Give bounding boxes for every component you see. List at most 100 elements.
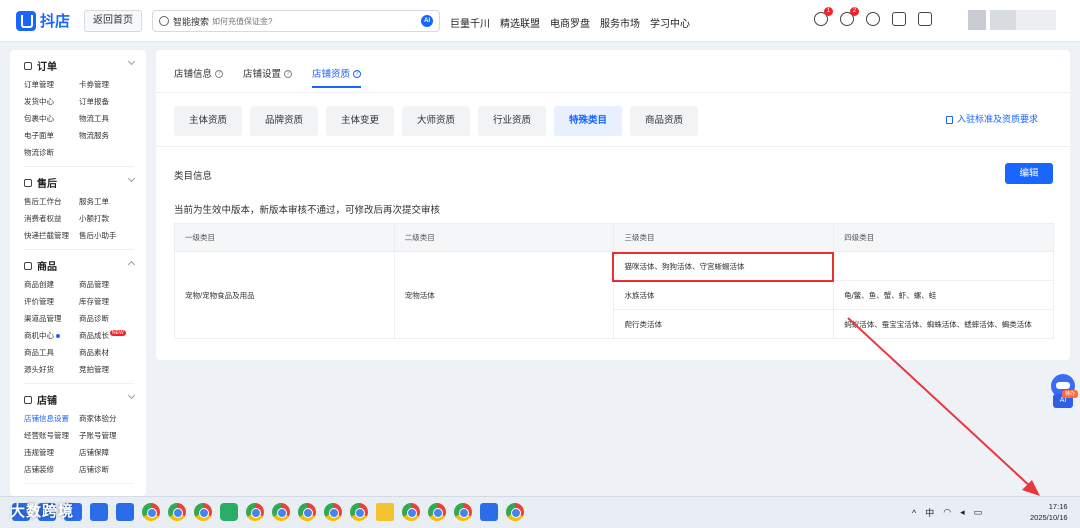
sidebar-item[interactable]: 订单报备 bbox=[79, 96, 134, 107]
chrome-icon[interactable] bbox=[428, 503, 446, 521]
chrome-icon[interactable] bbox=[194, 503, 212, 521]
volume-icon[interactable]: ◂ bbox=[960, 507, 965, 518]
chevron-up-icon[interactable]: ^ bbox=[912, 508, 916, 518]
sidebar-item[interactable]: 商品素材 bbox=[79, 347, 134, 358]
user-icon[interactable]: 2 bbox=[840, 7, 859, 26]
sidebar-item[interactable]: 店铺装修 bbox=[24, 464, 79, 475]
sidebar-item[interactable]: 物流诊断 bbox=[24, 147, 79, 158]
sidebar-item[interactable]: 服务工单 bbox=[79, 196, 134, 207]
ai-search-icon[interactable]: AI bbox=[421, 15, 433, 27]
chrome-icon[interactable] bbox=[402, 503, 420, 521]
tab-label: 店铺资质 bbox=[312, 69, 351, 80]
table-cell-level3: 水族活体 bbox=[613, 280, 835, 310]
sidebar-item[interactable]: 发货中心 bbox=[24, 96, 79, 107]
nav-item-service-market[interactable]: 服务市场 bbox=[600, 15, 640, 30]
sidebar-group-header[interactable]: 店铺 bbox=[24, 391, 136, 407]
folder-icon[interactable] bbox=[376, 503, 394, 521]
sidebar-group-header[interactable]: 商品 bbox=[24, 258, 136, 273]
sidebar-item[interactable]: 售后小助手 bbox=[79, 230, 134, 241]
sidebar-item[interactable]: 渠道品管理 bbox=[24, 313, 79, 324]
subtab-entity-change[interactable]: 主体变更 bbox=[326, 106, 394, 136]
sidebar-item[interactable]: 包裹中心 bbox=[24, 113, 79, 124]
sidebar-item[interactable]: 店铺诊断 bbox=[79, 464, 134, 475]
chrome-icon[interactable] bbox=[142, 503, 160, 521]
sidebar-item-opportunity[interactable]: 商机中心 bbox=[24, 330, 79, 341]
subtab-industry[interactable]: 行业资质 bbox=[478, 106, 546, 136]
sidebar-item[interactable]: 竞拍管理 bbox=[79, 364, 134, 375]
sidebar-item[interactable]: 电子面单 bbox=[24, 130, 79, 141]
top-bar: 抖店 返回首页 智能搜索 AI 巨量千川 精选联盟 电商罗盘 服务市场 学习中心… bbox=[0, 0, 1080, 42]
sidebar-item[interactable]: 商品工具 bbox=[24, 347, 79, 358]
chrome-icon[interactable] bbox=[454, 503, 472, 521]
subtab-brand[interactable]: 品牌资质 bbox=[250, 106, 318, 136]
sidebar-item[interactable]: 订单管理 bbox=[24, 79, 79, 90]
sidebar-item[interactable]: 经营账号管理 bbox=[24, 430, 79, 441]
sidebar-item[interactable]: 物流服务 bbox=[79, 130, 134, 141]
tab-shop-qualification[interactable]: 店铺资质? bbox=[312, 66, 362, 88]
search-input[interactable] bbox=[212, 16, 413, 26]
subtab-product[interactable]: 商品资质 bbox=[630, 106, 698, 136]
shop-icon[interactable] bbox=[918, 12, 932, 26]
sidebar-item-growth[interactable]: 商品成长 NEW bbox=[79, 330, 134, 341]
nav-item-alliance[interactable]: 精选联盟 bbox=[500, 15, 540, 30]
chrome-icon[interactable] bbox=[246, 503, 264, 521]
wifi-icon[interactable]: ◠ bbox=[943, 507, 951, 518]
sidebar-item[interactable]: 商品诊断 bbox=[79, 313, 134, 324]
sidebar-item[interactable]: 源头好货 bbox=[24, 364, 79, 375]
help-icon[interactable]: ? bbox=[215, 70, 224, 79]
ai-assistant-widget[interactable]: AI 待办 bbox=[1048, 374, 1078, 414]
account-avatar[interactable] bbox=[968, 10, 1056, 30]
wechat-icon[interactable] bbox=[220, 503, 238, 521]
tab-shop-info[interactable]: 店铺信息? bbox=[174, 66, 224, 88]
nav-item-compass[interactable]: 电商罗盘 bbox=[550, 15, 590, 30]
chrome-icon[interactable] bbox=[324, 503, 342, 521]
clock-date: 2025/10/16 bbox=[1030, 513, 1068, 522]
nav-item-learning[interactable]: 学习中心 bbox=[650, 15, 690, 30]
sidebar-item[interactable]: 售后工作台 bbox=[24, 196, 79, 207]
download-icon[interactable] bbox=[892, 12, 906, 26]
sidebar-item[interactable]: 物流工具 bbox=[79, 113, 134, 124]
subtab-master[interactable]: 大师资质 bbox=[402, 106, 470, 136]
sidebar-item[interactable]: 快递拦截管理 bbox=[24, 230, 79, 241]
chrome-icon[interactable] bbox=[298, 503, 316, 521]
app-icon[interactable] bbox=[116, 503, 134, 521]
requirements-link[interactable]: 入驻标准及资质要求 bbox=[945, 112, 1038, 125]
sidebar-item[interactable]: 子账号管理 bbox=[79, 430, 134, 441]
search-bar[interactable]: 智能搜索 AI bbox=[152, 10, 440, 32]
nav-item-qianchuan[interactable]: 巨量千川 bbox=[450, 15, 490, 30]
app-icon[interactable] bbox=[480, 503, 498, 521]
sidebar-item[interactable]: 评价管理 bbox=[24, 296, 79, 307]
sidebar-item[interactable]: 小额打款 bbox=[79, 213, 134, 224]
clock[interactable]: 17:16 2025/10/16 bbox=[1030, 501, 1068, 523]
sidebar: 订单 订单管理 卡券管理 发货中心 订单报备 包裹中心 物流工具 电子面单 物流… bbox=[10, 50, 146, 496]
requirements-link-label: 入驻标准及资质要求 bbox=[956, 114, 1038, 124]
sidebar-item[interactable]: 商家体验分 bbox=[79, 413, 134, 424]
subtab-special-category[interactable]: 特殊类目 bbox=[554, 106, 622, 136]
chrome-icon[interactable] bbox=[168, 503, 186, 521]
tab-shop-settings[interactable]: 店铺设置? bbox=[243, 66, 293, 88]
sidebar-item[interactable]: 店铺保障 bbox=[79, 447, 134, 458]
sidebar-group-header[interactable]: 订单 bbox=[24, 57, 136, 73]
back-home-button[interactable]: 返回首页 bbox=[84, 10, 142, 32]
sidebar-item[interactable]: 消费者权益 bbox=[24, 213, 79, 224]
bell-icon[interactable]: 1 bbox=[814, 7, 833, 26]
sidebar-item-shop-info[interactable]: 店铺信息设置 bbox=[24, 413, 79, 424]
compass-icon[interactable] bbox=[866, 12, 880, 26]
chrome-icon[interactable] bbox=[272, 503, 290, 521]
sidebar-item[interactable]: 卡券管理 bbox=[79, 79, 134, 90]
sidebar-item[interactable]: 商品创建 bbox=[24, 279, 79, 290]
sidebar-group-header[interactable]: 售后 bbox=[24, 174, 136, 190]
help-icon[interactable]: ? bbox=[284, 70, 293, 79]
sidebar-item[interactable]: 违规管理 bbox=[24, 447, 79, 458]
chrome-icon[interactable] bbox=[350, 503, 368, 521]
battery-icon[interactable]: ▭ bbox=[974, 507, 983, 518]
edit-button[interactable]: 编辑 bbox=[1005, 163, 1053, 184]
logo[interactable]: 抖店 bbox=[16, 10, 70, 31]
help-icon[interactable]: ? bbox=[353, 70, 362, 79]
subtab-entity[interactable]: 主体资质 bbox=[174, 106, 242, 136]
sidebar-item[interactable]: 商品管理 bbox=[79, 279, 134, 290]
app-icon[interactable] bbox=[90, 503, 108, 521]
sidebar-item[interactable]: 库存管理 bbox=[79, 296, 134, 307]
input-method-indicator[interactable]: 中 bbox=[925, 506, 934, 519]
chrome-icon[interactable] bbox=[506, 503, 524, 521]
